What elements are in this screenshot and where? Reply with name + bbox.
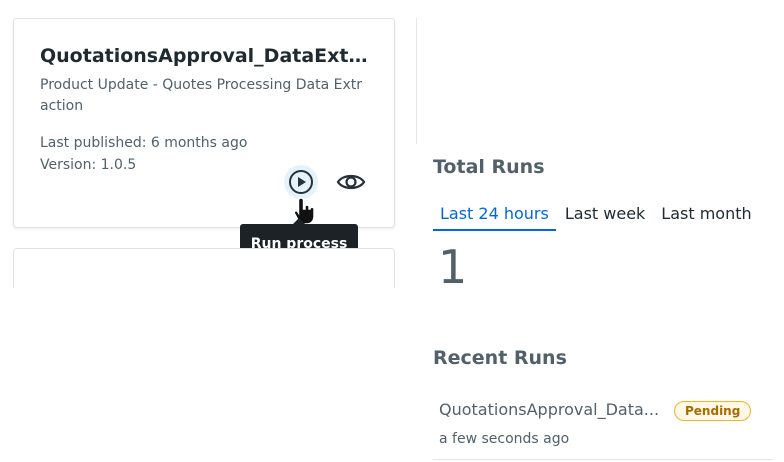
total-runs-title: Total Runs — [433, 156, 545, 178]
view-process-button[interactable] — [334, 169, 368, 195]
process-card-2[interactable] — [13, 248, 395, 288]
recent-runs-title: Recent Runs — [433, 347, 567, 369]
row-divider — [433, 459, 773, 460]
play-circle-icon — [289, 170, 313, 194]
run-process-button[interactable] — [284, 165, 318, 199]
last-published-text: Last published: 6 months ago — [40, 135, 248, 151]
tab-last-month[interactable]: Last month — [654, 203, 758, 229]
process-card[interactable]: QuotationsApproval_DataExtrac... Product… — [13, 18, 395, 228]
process-description: Product Update - Quotes Processing Data … — [40, 77, 363, 114]
recent-run-time: a few seconds ago — [439, 431, 570, 447]
tab-last-24-hours[interactable]: Last 24 hours — [433, 203, 556, 231]
status-badge: Pending — [674, 401, 752, 421]
process-title[interactable]: QuotationsApproval_DataExtrac... — [40, 45, 376, 67]
version-text: Version: 1.0.5 — [40, 157, 137, 173]
recent-run-name[interactable]: QuotationsApproval_Data... — [439, 400, 667, 419]
total-runs-count: 1 — [438, 240, 468, 294]
eye-icon — [336, 174, 366, 190]
tab-last-week[interactable]: Last week — [558, 203, 652, 229]
time-range-tabs: Last 24 hours Last week Last month — [433, 203, 759, 231]
panel-divider — [416, 18, 417, 144]
